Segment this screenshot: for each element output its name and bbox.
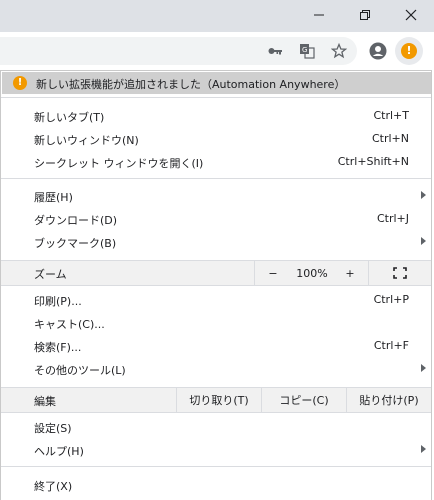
menu-item-settings[interactable]: 設定(S): [1, 416, 431, 439]
menu-item-help[interactable]: ヘルプ(H): [1, 439, 431, 462]
submenu-arrow-icon: [421, 445, 426, 453]
zoom-row: ズーム − 100% +: [1, 260, 431, 286]
menu-divider: [1, 97, 431, 98]
menu-item-incognito[interactable]: シークレット ウィンドウを開く(I) Ctrl+Shift+N: [1, 151, 431, 174]
zoom-out-button[interactable]: −: [255, 261, 291, 285]
alert-menu-icon: !: [401, 43, 417, 59]
menu-item-new-window[interactable]: 新しいウィンドウ(N) Ctrl+N: [1, 128, 431, 151]
menu-item-find[interactable]: 検索(F)... Ctrl+F: [1, 335, 431, 358]
paste-button[interactable]: 貼り付け(P): [347, 388, 431, 412]
close-icon: [405, 9, 417, 21]
menu-item-new-tab[interactable]: 新しいタブ(T) Ctrl+T: [1, 105, 431, 128]
zoom-label: ズーム: [34, 268, 67, 281]
zoom-in-button[interactable]: +: [333, 261, 367, 285]
alert-menu-button[interactable]: !: [395, 37, 423, 65]
submenu-arrow-icon: [421, 364, 426, 372]
copy-button[interactable]: コピー(C): [262, 388, 346, 412]
fullscreen-icon: [393, 267, 407, 279]
restore-icon: [360, 10, 370, 20]
submenu-arrow-icon: [421, 237, 426, 245]
menu-item-more-tools[interactable]: その他のツール(L): [1, 358, 431, 381]
close-button[interactable]: [388, 0, 434, 30]
menu-divider: [1, 466, 431, 467]
zoom-level: 100%: [296, 266, 328, 280]
menu-item-cast[interactable]: キャスト(C)...: [1, 312, 431, 335]
fullscreen-button[interactable]: [369, 261, 431, 285]
warning-icon: !: [13, 76, 27, 90]
edit-row: 編集 切り取り(T) コピー(C) 貼り付け(P): [1, 387, 431, 413]
menu-item-bookmarks[interactable]: ブックマーク(B): [1, 231, 431, 254]
extension-added-banner[interactable]: ! 新しい拡張機能が追加されました（Automation Anywhere）: [2, 72, 431, 94]
restore-button[interactable]: [342, 0, 388, 30]
banner-text: 新しい拡張機能が追加されました（Automation Anywhere）: [36, 78, 346, 91]
edit-label: 編集: [34, 395, 56, 408]
menu-item-exit[interactable]: 終了(X): [1, 474, 431, 497]
menu-divider: [1, 178, 431, 179]
star-icon[interactable]: [331, 43, 347, 59]
svg-text:G: G: [302, 46, 307, 54]
menu-item-history[interactable]: 履歴(H): [1, 185, 431, 208]
cut-button[interactable]: 切り取り(T): [177, 388, 261, 412]
title-bar: [0, 0, 434, 32]
menu-item-downloads[interactable]: ダウンロード(D) Ctrl+J: [1, 208, 431, 231]
key-icon[interactable]: [267, 43, 283, 59]
profile-icon[interactable]: [369, 42, 387, 60]
submenu-arrow-icon: [421, 191, 426, 199]
minimize-button[interactable]: [296, 0, 342, 30]
browser-toolbar: G !: [0, 32, 434, 70]
minimize-icon: [314, 14, 324, 16]
menu-item-print[interactable]: 印刷(P)... Ctrl+P: [1, 289, 431, 312]
chrome-main-menu: ! 新しい拡張機能が追加されました（Automation Anywhere） 新…: [0, 70, 432, 500]
translate-icon[interactable]: G: [299, 43, 315, 59]
